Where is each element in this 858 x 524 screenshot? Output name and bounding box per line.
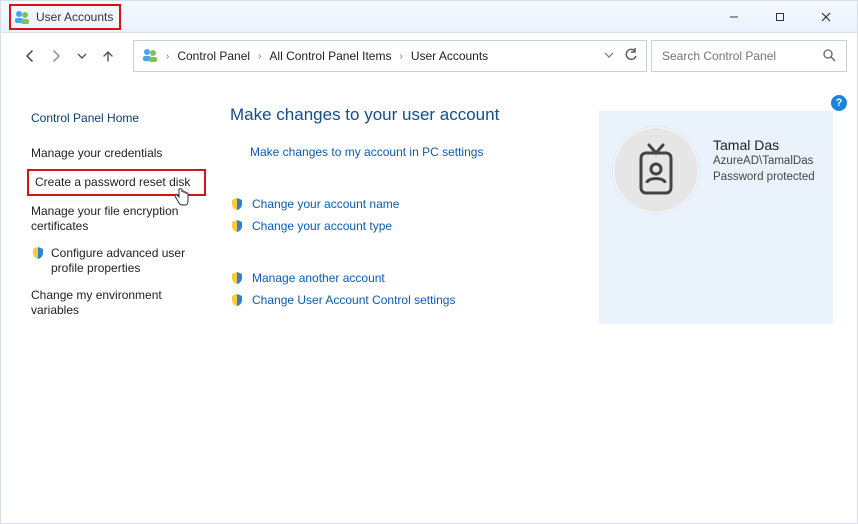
nav-row: › Control Panel › All Control Panel Item… bbox=[1, 33, 857, 79]
action-label: Manage another account bbox=[252, 271, 385, 285]
page-heading: Make changes to your user account bbox=[230, 105, 579, 125]
change-account-type-link[interactable]: Change your account type bbox=[230, 219, 579, 233]
sidebar-configure-profile-props[interactable]: Configure advanced user profile properti… bbox=[29, 240, 204, 282]
breadcrumb-mid[interactable]: All Control Panel Items bbox=[269, 49, 391, 63]
shield-icon bbox=[230, 293, 244, 307]
search-icon[interactable] bbox=[822, 48, 836, 65]
address-bar[interactable]: › Control Panel › All Control Panel Item… bbox=[133, 40, 647, 72]
minimize-button[interactable] bbox=[711, 3, 757, 31]
control-panel-home-link[interactable]: Control Panel Home bbox=[29, 105, 204, 132]
control-panel-icon bbox=[142, 47, 158, 66]
user-display-name: Tamal Das bbox=[713, 137, 815, 153]
action-label: Change your account type bbox=[252, 219, 392, 233]
content-area: Control Panel Home Manage your credentia… bbox=[1, 79, 857, 340]
shield-icon bbox=[230, 271, 244, 285]
breadcrumb-root[interactable]: Control Panel bbox=[177, 49, 250, 63]
pc-settings-link[interactable]: Make changes to my account in PC setting… bbox=[250, 145, 579, 159]
shield-icon bbox=[230, 197, 244, 211]
recent-locations-button[interactable] bbox=[71, 45, 93, 67]
search-box[interactable] bbox=[651, 40, 847, 72]
manage-another-account-link[interactable]: Manage another account bbox=[230, 271, 579, 285]
shield-icon bbox=[31, 246, 45, 264]
hand-cursor-icon bbox=[173, 187, 191, 210]
address-dropdown-button[interactable] bbox=[604, 49, 614, 63]
user-domain: AzureAD\TamalDas bbox=[713, 153, 815, 169]
sidebar-change-env-vars[interactable]: Change my environment variables bbox=[29, 282, 204, 324]
close-button[interactable] bbox=[803, 3, 849, 31]
main-panel: Make changes to your user account Make c… bbox=[212, 83, 841, 324]
maximize-button[interactable] bbox=[757, 3, 803, 31]
sidebar-manage-credentials[interactable]: Manage your credentials bbox=[29, 140, 204, 167]
user-card: Tamal Das AzureAD\TamalDas Password prot… bbox=[599, 111, 833, 324]
uac-settings-link[interactable]: Change User Account Control settings bbox=[230, 293, 579, 307]
chevron-right-icon: › bbox=[254, 51, 265, 62]
back-button[interactable] bbox=[19, 45, 41, 67]
action-label: Change your account name bbox=[252, 197, 399, 211]
window-controls bbox=[711, 3, 849, 31]
user-accounts-icon bbox=[14, 9, 30, 25]
window-title-highlight: User Accounts bbox=[9, 4, 121, 30]
user-info: Tamal Das AzureAD\TamalDas Password prot… bbox=[713, 127, 815, 185]
search-input[interactable] bbox=[662, 49, 802, 63]
refresh-button[interactable] bbox=[624, 48, 638, 65]
chevron-right-icon: › bbox=[395, 51, 406, 62]
user-password-status: Password protected bbox=[713, 169, 815, 185]
avatar bbox=[613, 127, 699, 213]
chevron-right-icon: › bbox=[162, 51, 173, 62]
forward-button[interactable] bbox=[45, 45, 67, 67]
window-title: User Accounts bbox=[36, 10, 113, 24]
change-account-name-link[interactable]: Change your account name bbox=[230, 197, 579, 211]
sidebar-item-label: Configure advanced user profile properti… bbox=[51, 246, 202, 276]
up-button[interactable] bbox=[97, 45, 119, 67]
titlebar: User Accounts bbox=[1, 1, 857, 33]
action-label: Change User Account Control settings bbox=[252, 293, 455, 307]
breadcrumb-leaf[interactable]: User Accounts bbox=[411, 49, 488, 63]
shield-icon bbox=[230, 219, 244, 233]
